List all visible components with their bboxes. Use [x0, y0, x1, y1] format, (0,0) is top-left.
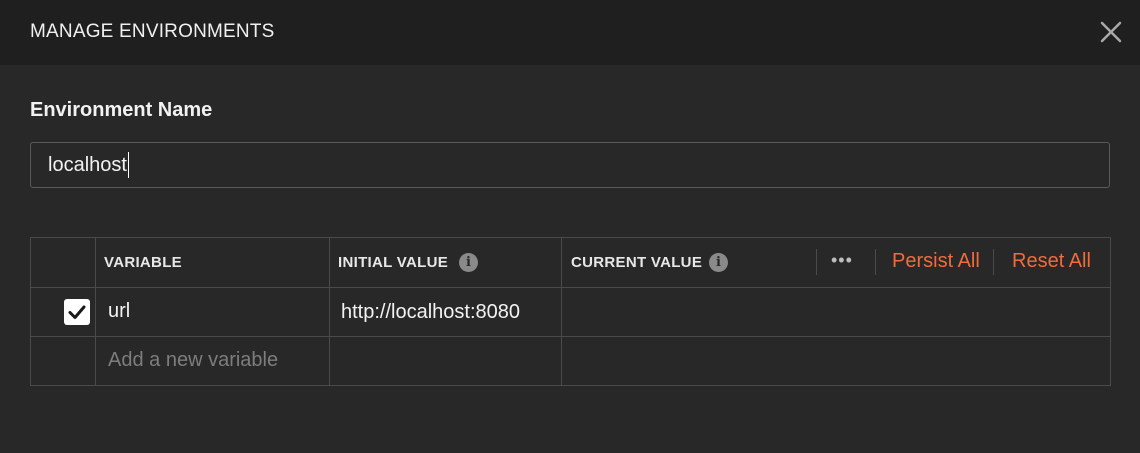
header-separator [875, 249, 876, 275]
column-header-initial-value: INITIAL VALUE [338, 254, 449, 271]
variables-table: VARIABLE INITIAL VALUE i CURRENT VALUE i… [30, 237, 1111, 386]
environment-name-label: Environment Name [30, 99, 213, 121]
info-icon[interactable]: i [459, 253, 478, 272]
initial-value-cell[interactable]: http://localhost:8080 [341, 301, 520, 324]
column-divider [329, 238, 330, 385]
row-enabled-checkbox[interactable] [64, 299, 90, 325]
column-divider [95, 238, 96, 385]
header-separator [816, 249, 817, 275]
column-header-variable: VARIABLE [104, 254, 182, 271]
close-icon[interactable] [1096, 17, 1126, 47]
persist-all-button[interactable]: Persist All [892, 250, 980, 273]
check-icon [68, 305, 86, 319]
info-icon[interactable]: i [709, 253, 728, 272]
text-caret [128, 152, 129, 178]
reset-all-button[interactable]: Reset All [1012, 250, 1091, 273]
environment-name-input[interactable]: localhost [30, 142, 1110, 188]
modal-title: MANAGE ENVIRONMENTS [30, 21, 275, 42]
column-header-current-value: CURRENT VALUE [571, 254, 703, 271]
header-separator [993, 249, 994, 275]
modal-header: MANAGE ENVIRONMENTS [0, 0, 1140, 65]
row-divider [31, 336, 1110, 337]
environment-name-value[interactable]: localhost [48, 154, 127, 177]
column-divider [561, 238, 562, 385]
add-variable-input[interactable]: Add a new variable [108, 349, 278, 372]
row-divider [31, 287, 1110, 288]
more-horizontal-icon[interactable]: ••• [831, 250, 853, 271]
variable-name-cell[interactable]: url [108, 300, 130, 323]
